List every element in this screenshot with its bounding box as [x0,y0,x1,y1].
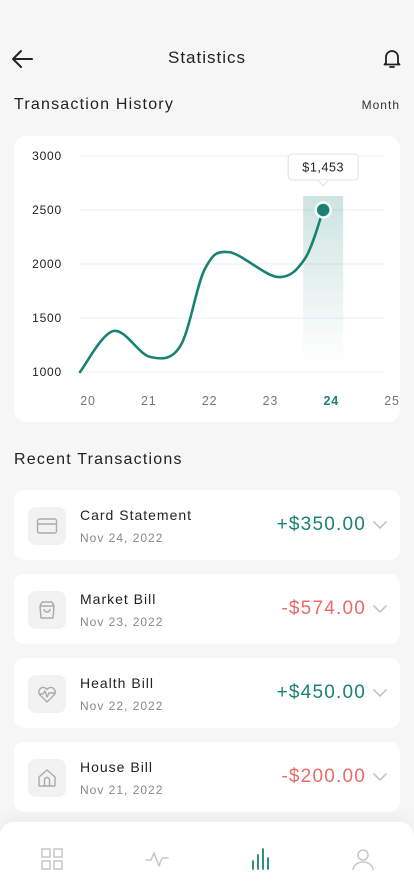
transaction-amount: -$574.00 [281,598,366,619]
chevron-down-icon[interactable] [372,771,388,783]
chart-y-tick-label: 3000 [32,149,62,163]
activity-icon[interactable] [144,846,170,872]
bell-icon [383,50,401,68]
bag-icon [39,601,55,619]
chart-selected-column [303,196,344,364]
chart-x-tick-label: 22 [202,394,218,408]
transaction-item-house-bill[interactable]: House Bill Nov 21, 2022 -$200.00 [14,742,400,812]
chart-x-tick-label: 24 [323,394,339,408]
bottom-nav [0,822,414,896]
transaction-item-card-statement[interactable]: Card Statement Nov 24, 2022 +$350.00 [14,490,400,560]
chevron-down-icon[interactable] [372,519,388,531]
transaction-name: Card Statement [80,507,193,523]
card-icon [36,518,58,534]
chart-y-tick-label: 1000 [32,365,62,379]
user-icon[interactable] [350,846,376,872]
chart-tooltip-pointer [317,179,329,187]
house-icon [38,769,56,787]
chart-y-tick-label: 2000 [32,257,62,271]
transaction-date: Nov 23, 2022 [80,615,164,629]
heart-pulse-icon [38,686,56,703]
chart-selected-point [314,201,332,219]
top-bar: Statistics [0,36,414,80]
transaction-icon-box [28,507,66,545]
chevron-down-icon[interactable] [372,603,388,615]
transaction-date: Nov 24, 2022 [80,531,164,545]
chart-tooltip-label: $1,453 [302,161,344,175]
transaction-amount: -$200.00 [281,766,366,787]
grid-icon[interactable] [39,846,65,872]
transaction-name: Market Bill [80,591,157,607]
transaction-name: Health Bill [80,675,155,691]
transaction-icon-box [28,675,66,713]
period-selector[interactable]: Month [362,98,400,112]
chevron-down-icon[interactable] [372,687,388,699]
transaction-icon-box [28,759,66,797]
chart-x-tick-label: 23 [263,394,279,408]
transaction-date: Nov 22, 2022 [80,699,164,713]
bar-chart-icon[interactable] [248,846,274,872]
notifications-button[interactable] [380,46,404,70]
transaction-amount: +$350.00 [276,514,366,535]
recent-header: Recent Transactions [14,451,400,469]
history-title: Transaction History [14,96,175,113]
chart-card: 3000 2500 2000 1500 1000 $1,453 20 21 22 23 24 25 [14,136,400,422]
transaction-item-health-bill[interactable]: Health Bill Nov 22, 2022 +$450.00 [14,658,400,728]
transaction-amount: +$450.00 [276,682,366,703]
page-title: Statistics [167,48,247,67]
chart-series-line [78,208,325,374]
transaction-item-market-bill[interactable]: Market Bill Nov 23, 2022 -$574.00 [14,574,400,644]
chart-y-tick-label: 1500 [32,311,62,325]
transaction-name: House Bill [80,759,154,775]
chart-y-tick-label: 2500 [32,203,62,217]
transaction-icon-box [28,591,66,629]
recent-title: Recent Transactions [14,451,183,468]
chart-x-tick-label: 20 [80,394,96,408]
transaction-chart: 3000 2500 2000 1500 1000 $1,453 20 21 22 23 24 25 [32,149,400,408]
history-header: Transaction History Month [14,96,400,114]
chart-x-tick-label: 25 [384,394,400,408]
transaction-date: Nov 21, 2022 [80,783,164,797]
chart-x-tick-label: 21 [141,394,157,408]
